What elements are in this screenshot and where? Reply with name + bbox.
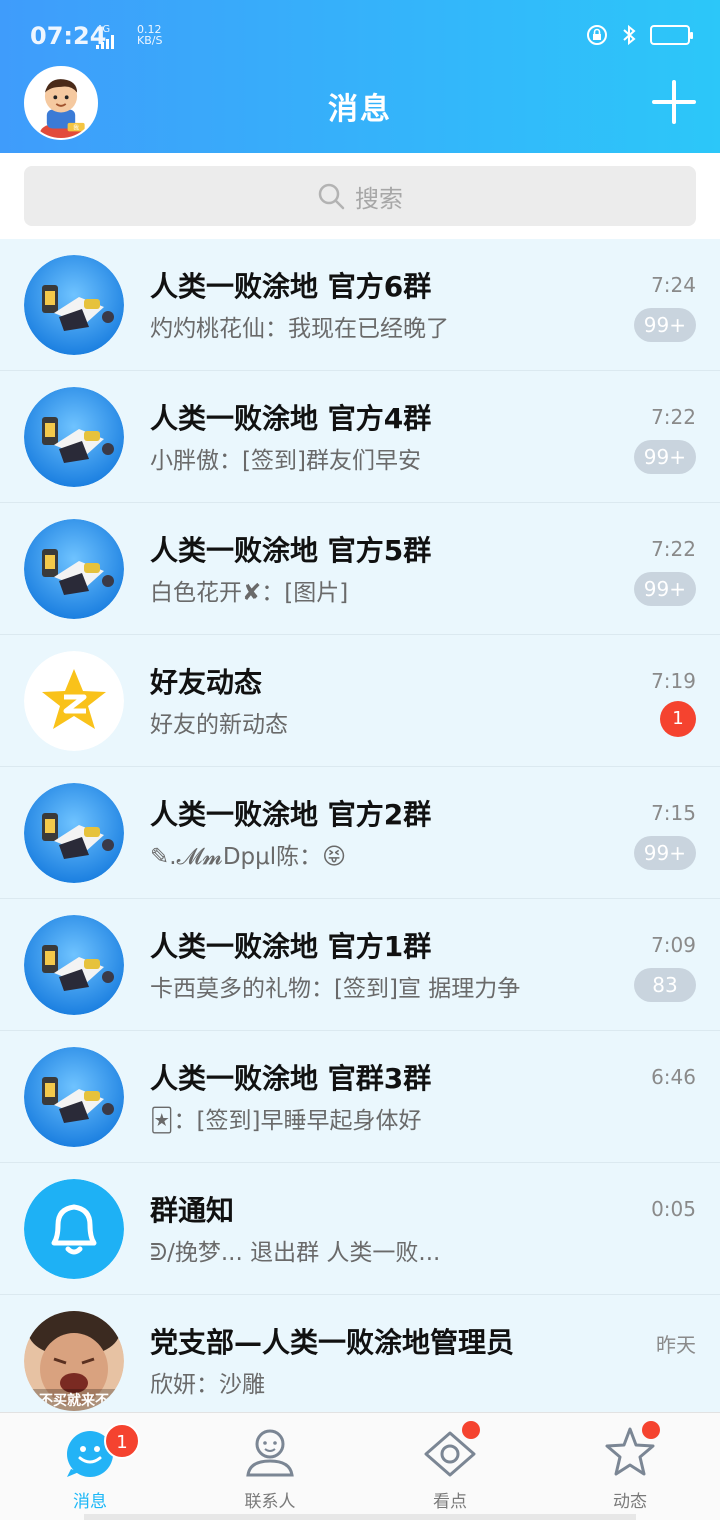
conversation-name: 好友动态 (150, 666, 263, 699)
conversation-row[interactable]: 人类一败涂地 官方1群卡西莫多的礼物：[签到]宣 据理力争 7:09 83 (0, 899, 720, 1031)
network-type: 4G (96, 24, 111, 35)
conversation-time: 7:09 (651, 933, 696, 957)
conversation-row[interactable]: 人类一败涂地 官方5群白色花开✘：[图片] 7:22 99+ (0, 503, 720, 635)
messages-badge: 1 (104, 1423, 140, 1459)
game-avatar[interactable] (24, 519, 124, 619)
bell-avatar[interactable] (24, 1179, 124, 1279)
avatar-caption: 不买就来不 (39, 1392, 109, 1409)
game-avatar[interactable] (24, 1047, 124, 1147)
bottom-tab-bar: 1 消息 联系人 看点 动态 (0, 1412, 720, 1520)
qzone-star-avatar[interactable] (24, 651, 124, 751)
game-avatar[interactable] (24, 387, 124, 487)
conversation-last-message: 欣妍：沙雕 (150, 1372, 265, 1398)
conversation-row[interactable]: 群通知 ᕲ/挽梦... 退出群 人类一败... 0:05 (0, 1163, 720, 1295)
bluetooth-icon (623, 24, 636, 46)
conversation-time: 7:24 (651, 273, 696, 297)
conversation-row[interactable]: 好友动态好友的新动态 7:19 1 (0, 635, 720, 767)
network-indicator: 4G (96, 24, 118, 49)
search-area: 搜索 (0, 153, 720, 239)
conversation-time: 7:22 (651, 537, 696, 561)
unread-badge: 99+ (633, 440, 696, 474)
conversation-row[interactable]: 人类一败涂地 官群3群 🃏：[签到]早睡早起身体好 6:46 (0, 1031, 720, 1163)
conversation-row[interactable]: 人类一败涂地 官方2群 ✎.𝓜𝓶Dpμl陈：😝 7:15 99+ (0, 767, 720, 899)
home-indicator (84, 1514, 636, 1520)
face-avatar[interactable]: 不买就来不 (24, 1311, 124, 1411)
unread-badge: 99+ (633, 836, 696, 870)
conversation-name: 人类一败涂地 官方5群 (150, 534, 432, 567)
conversation-name: 人类一败涂地 官方4群 (150, 402, 432, 435)
conversation-name: 人类一败涂地 官方6群 (150, 270, 432, 303)
conversation-last-message: 灼灼桃花仙：我现在已经晚了 (150, 316, 449, 342)
unread-badge: 99+ (633, 308, 696, 342)
conversation-time: 7:15 (651, 801, 696, 825)
conversation-last-message: ᕲ/挽梦... 退出群 人类一败... (150, 1240, 441, 1266)
tab-kandian[interactable]: 看点 (360, 1413, 540, 1520)
conversation-row[interactable]: 不买就来不 党支部—人类一败涂地管理员欣妍：沙雕 昨天 (0, 1295, 720, 1412)
tab-label: 看点 (433, 1492, 467, 1512)
conversation-time: 7:22 (651, 405, 696, 429)
tab-label: 动态 (613, 1492, 647, 1512)
tab-messages[interactable]: 1 消息 (0, 1413, 180, 1520)
conversation-last-message: 好友的新动态 (150, 712, 288, 738)
conversation-name: 党支部—人类一败涂地管理员 (150, 1326, 515, 1359)
search-icon (318, 183, 345, 210)
conversation-last-message: ✎.𝓜𝓶Dpμl陈：😝 (150, 844, 347, 870)
conversation-name: 人类一败涂地 官方1群 (150, 930, 432, 963)
contacts-icon (246, 1429, 294, 1477)
conversation-name: 人类一败涂地 官方2群 (150, 798, 432, 831)
conversation-time: 7:19 (651, 669, 696, 693)
status-icons (586, 24, 693, 46)
search-placeholder: 搜索 (355, 184, 403, 213)
status-time: 07:24 (30, 22, 107, 50)
tab-label: 消息 (73, 1492, 107, 1512)
conversation-row[interactable]: 人类一败涂地 官方4群小胖傲：[签到]群友们早安 7:22 99+ (0, 371, 720, 503)
unread-badge: 1 (660, 701, 696, 737)
page-title: 消息 (328, 92, 392, 127)
dynamic-dot-badge (642, 1421, 660, 1439)
unread-badge: 83 (634, 968, 696, 1002)
plus-icon[interactable] (652, 80, 696, 124)
conversation-list: 人类一败涂地 官方6群 灼灼桃花仙：我现在已经晚了 7:24 99+ 人类一败涂地 官方… (0, 239, 720, 1412)
game-avatar[interactable] (24, 783, 124, 883)
conversation-time: 昨天 (656, 1333, 696, 1357)
conversation-name: 群通知 (150, 1194, 235, 1227)
game-avatar[interactable] (24, 915, 124, 1015)
conversation-last-message: 白色花开✘：[图片] (150, 580, 349, 606)
tab-label: 联系人 (244, 1492, 296, 1512)
conversation-time: 0:05 (651, 1197, 696, 1221)
battery-icon (650, 25, 693, 45)
kandian-dot-badge (462, 1421, 480, 1439)
conversation-row[interactable]: 人类一败涂地 官方6群灼灼桃花仙：我现在已经晚了 7:24 99+ (0, 239, 720, 371)
conversation-last-message: 🃏：[签到]早睡早起身体好 (150, 1108, 422, 1134)
conversation-time: 6:46 (651, 1065, 696, 1089)
tab-dynamic[interactable]: 动态 (540, 1413, 720, 1520)
unread-badge: 99+ (633, 572, 696, 606)
conversation-last-message: 卡西莫多的礼物：[签到]宣 据理力争 (150, 976, 521, 1002)
network-speed: 0.12 KB/S (137, 24, 162, 46)
rotation-lock-icon (587, 25, 607, 45)
status-bar: 07:24 4G 0.12 KB/S (0, 0, 720, 70)
signal-icon (96, 35, 114, 49)
conversation-last-message: 小胖傲：[签到]群友们早安 (150, 448, 421, 474)
speed-unit: KB/S (137, 34, 163, 47)
conversation-name: 人类一败涂地 官群3群 (150, 1062, 432, 1095)
game-avatar[interactable] (24, 255, 124, 355)
app-header: 07:24 4G 0.12 KB/S 我 消息 (0, 0, 720, 153)
tab-contacts[interactable]: 联系人 (180, 1413, 360, 1520)
search-input[interactable]: 搜索 (24, 166, 696, 226)
